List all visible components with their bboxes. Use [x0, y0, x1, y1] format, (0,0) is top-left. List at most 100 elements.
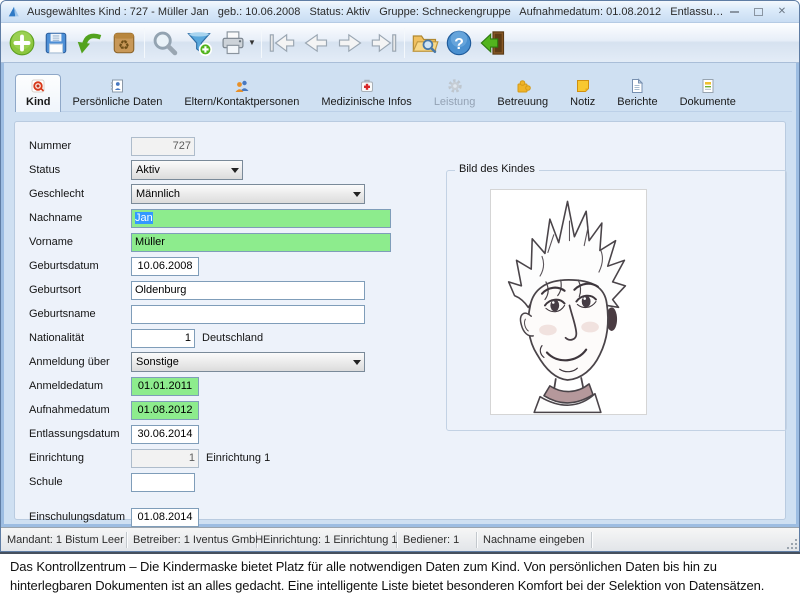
vorname-field[interactable]: Müller: [131, 233, 391, 252]
status-select[interactable]: Aktiv: [131, 160, 243, 180]
statusbar: Mandant: 1 Bistum Leer Betreiber: 1 Iven…: [1, 527, 799, 551]
filter-add-icon: [185, 29, 213, 57]
tab-leistung[interactable]: Leistung: [423, 73, 487, 111]
first-record-button[interactable]: [265, 26, 299, 60]
minimize-button[interactable]: [727, 6, 741, 18]
close-button[interactable]: ✕: [775, 6, 789, 18]
tab-dokumente[interactable]: Dokumente: [669, 73, 747, 111]
titlebar[interactable]: Ausgewähltes Kind : 727 - Müller Jan geb…: [1, 1, 799, 23]
nummer-field[interactable]: 727: [131, 137, 195, 156]
tab-betreuung[interactable]: Betreuung: [486, 73, 559, 111]
tab-kind[interactable]: Kind: [15, 74, 61, 112]
chevron-down-icon: [227, 164, 242, 177]
field-label: Einrichtung: [29, 452, 131, 464]
tab-notiz[interactable]: Notiz: [559, 73, 606, 111]
tab-berichte[interactable]: Berichte: [606, 73, 668, 111]
chevron-down-icon: [349, 188, 364, 201]
schule-field[interactable]: [131, 473, 195, 492]
aufnahmedatum-field[interactable]: 01.08.2012: [131, 401, 199, 420]
field-label: Geburtsname: [29, 308, 131, 320]
einschulungsdatum-field[interactable]: 01.08.2014: [131, 508, 199, 527]
einrichtung-field[interactable]: 1: [131, 449, 199, 468]
people-icon: [234, 78, 250, 94]
einrichtung-name-label: Einrichtung 1: [206, 452, 270, 464]
tab-label: Berichte: [617, 96, 657, 108]
nationalitaet-field[interactable]: 1: [131, 329, 195, 348]
geschlecht-select[interactable]: Männlich: [131, 184, 365, 204]
tab-label: Notiz: [570, 96, 595, 108]
tab-medizinische-infos[interactable]: Medizinische Infos: [310, 73, 423, 111]
field-label: Einschulungsdatum: [29, 511, 131, 523]
svg-text:♻: ♻: [118, 37, 130, 52]
maximize-button[interactable]: [751, 6, 765, 18]
resize-grip[interactable]: [785, 537, 797, 549]
form-row-geburtsname: Geburtsname: [29, 302, 391, 326]
screenshot-root: Ausgewähltes Kind : 727 - Müller Jan geb…: [0, 0, 800, 600]
statusbar-hint: Nachname eingeben: [477, 532, 592, 548]
tab-label: Persönliche Daten: [72, 96, 162, 108]
toolbar-separator: [144, 28, 145, 58]
statusbar-bediener: Bediener: 1: [397, 532, 477, 548]
filter-add-button[interactable]: [182, 26, 216, 60]
selected-text: Jan: [135, 212, 153, 224]
print-button[interactable]: [216, 26, 250, 60]
chevron-down-icon: [349, 356, 364, 369]
svg-text:?: ?: [454, 35, 464, 52]
undo-button[interactable]: [73, 26, 107, 60]
tab-label: Eltern/Kontaktpersonen: [184, 96, 299, 108]
new-record-button[interactable]: [5, 26, 39, 60]
exit-icon: [479, 29, 507, 57]
browse-records-icon: [411, 29, 439, 57]
help-icon: ?: [445, 29, 473, 57]
gear-icon: [447, 78, 463, 94]
tab-persoenliche-daten[interactable]: Persönliche Daten: [61, 73, 173, 111]
tab-label: Dokumente: [680, 96, 736, 108]
statusbar-betreiber: Betreiber: 1 Iventus GmbH: [127, 532, 257, 548]
geburtsname-field[interactable]: [131, 305, 365, 324]
tab-eltern-kontaktpersonen[interactable]: Eltern/Kontaktpersonen: [173, 73, 310, 111]
tab-label: Betreuung: [497, 96, 548, 108]
tab-label: Medizinische Infos: [321, 96, 412, 108]
child-photo[interactable]: [490, 189, 647, 415]
statusbar-einrichtung: Einrichtung: 1 Einrichtung 1: [257, 532, 397, 548]
form-row-geburtsdatum: Geburtsdatum 10.06.2008: [29, 254, 391, 278]
anmeldedatum-field[interactable]: 01.01.2011: [131, 377, 199, 396]
search-button[interactable]: [148, 26, 182, 60]
print-dropdown-caret[interactable]: ▼: [248, 38, 256, 47]
form-row-anmeldedatum: Anmeldedatum 01.01.2011: [29, 374, 391, 398]
recycle-bin-icon: ♻: [111, 30, 137, 56]
document-icon: [700, 78, 716, 94]
field-label: Status: [29, 164, 131, 176]
exit-button[interactable]: [476, 26, 510, 60]
previous-record-button[interactable]: [299, 26, 333, 60]
toolbar-separator: [261, 28, 262, 58]
app-window: Ausgewähltes Kind : 727 - Müller Jan geb…: [0, 0, 800, 552]
save-button[interactable]: [39, 26, 73, 60]
window-body: Kind Persönliche Daten: [1, 63, 799, 527]
last-record-icon: [370, 29, 398, 57]
geburtsort-field[interactable]: Oldenburg: [131, 281, 365, 300]
form-spacer: [29, 494, 391, 505]
puzzle-icon: [515, 78, 531, 94]
tab-label: Kind: [26, 96, 50, 108]
nationalitaet-name-label: Deutschland: [202, 332, 263, 344]
entlassungsdatum-field[interactable]: 30.06.2014: [131, 425, 199, 444]
previous-record-icon: [302, 29, 330, 57]
last-record-button[interactable]: [367, 26, 401, 60]
content-panel: Nummer 727 Status Aktiv: [14, 121, 786, 520]
recycle-bin-button[interactable]: ♻: [107, 26, 141, 60]
field-label: Schule: [29, 476, 131, 488]
toolbar-separator: [404, 28, 405, 58]
window-controls: ✕: [727, 6, 789, 18]
note-icon: [575, 78, 591, 94]
anmeldung-ueber-select[interactable]: Sonstige: [131, 352, 365, 372]
browse-records-button[interactable]: [408, 26, 442, 60]
nachname-field[interactable]: Jan: [131, 209, 391, 228]
geburtsdatum-field[interactable]: 10.06.2008: [131, 257, 199, 276]
next-record-button[interactable]: [333, 26, 367, 60]
toolbar: ♻: [1, 23, 799, 63]
form-row-status: Status Aktiv: [29, 158, 391, 182]
field-label: Nationalität: [29, 332, 131, 344]
app-logo-icon: [7, 5, 21, 19]
help-button[interactable]: ?: [442, 26, 476, 60]
